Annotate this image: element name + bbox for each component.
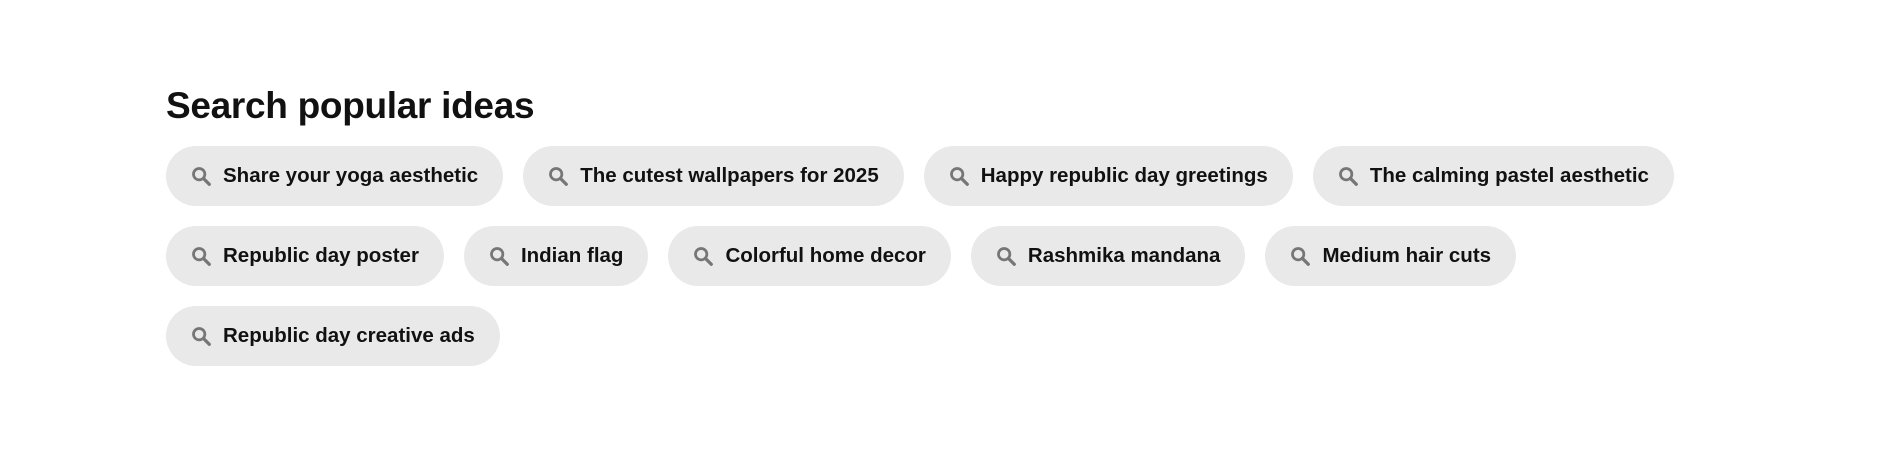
search-icon (1337, 165, 1359, 187)
idea-chip[interactable]: Colorful home decor (668, 226, 951, 286)
idea-chip-label: Happy republic day greetings (980, 163, 1268, 187)
chip-row: Share your yoga aesthetic The cutest wal… (166, 146, 1766, 206)
idea-chip-label: The cutest wallpapers for 2025 (580, 163, 879, 187)
idea-chip[interactable]: Indian flag (463, 226, 649, 286)
chip-row: Republic day creative ads (166, 306, 1766, 366)
search-icon (995, 245, 1017, 267)
section-title: Search popular ideas (166, 85, 535, 126)
search-icon (488, 245, 510, 267)
idea-chip-list: Share your yoga aesthetic The cutest wal… (166, 146, 1766, 366)
idea-chip[interactable]: Medium hair cuts (1265, 226, 1517, 286)
idea-chip[interactable]: Rashmika mandana (970, 226, 1246, 286)
idea-chip-label: Rashmika mandana (1027, 243, 1221, 267)
idea-chip-label: The calming pastel aesthetic (1369, 163, 1649, 187)
popular-ideas-section: Search popular ideas Share your yoga aes… (166, 84, 1766, 366)
idea-chip[interactable]: Share your yoga aesthetic (166, 146, 504, 206)
search-icon (948, 165, 970, 187)
search-icon (692, 245, 714, 267)
idea-chip-label: Indian flag (520, 243, 624, 267)
idea-chip-label: Republic day creative ads (223, 323, 475, 347)
search-icon (1289, 245, 1311, 267)
chip-row: Republic day poster Indian flag Colorful… (166, 226, 1766, 286)
idea-chip-label: Share your yoga aesthetic (223, 163, 479, 187)
idea-chip[interactable]: Republic day poster (166, 226, 444, 286)
search-icon (190, 245, 212, 267)
idea-chip-label: Colorful home decor (725, 243, 926, 267)
idea-chip[interactable]: Happy republic day greetings (923, 146, 1293, 206)
idea-chip[interactable]: Republic day creative ads (166, 306, 500, 366)
idea-chip-label: Republic day poster (223, 243, 419, 267)
idea-chip-label: Medium hair cuts (1322, 243, 1492, 267)
idea-chip[interactable]: The cutest wallpapers for 2025 (523, 146, 904, 206)
idea-chip[interactable]: The calming pastel aesthetic (1312, 146, 1674, 206)
search-icon (547, 165, 569, 187)
search-icon (190, 325, 212, 347)
search-icon (190, 165, 212, 187)
